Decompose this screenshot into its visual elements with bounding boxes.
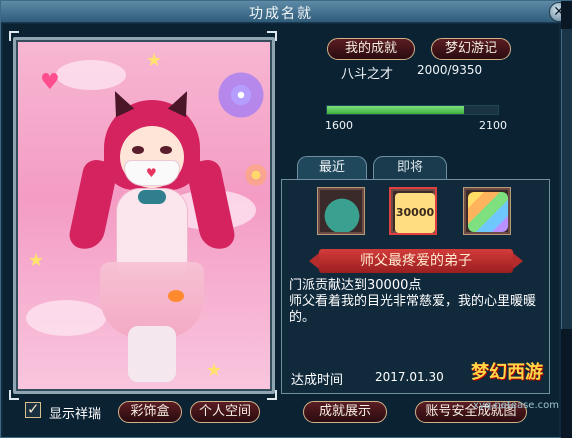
show-detail-checkbox[interactable]: ✓ bbox=[25, 400, 41, 418]
personal-space-button[interactable]: 个人空间 bbox=[190, 401, 260, 423]
game-logo-url: xyq.netease.com bbox=[473, 400, 559, 411]
background-window-edge bbox=[561, 29, 572, 329]
progress-max-label: 2100 bbox=[479, 119, 507, 132]
progress-min-label: 1600 bbox=[325, 119, 353, 132]
character-figure: ♥ bbox=[67, 86, 237, 390]
star-icon: ★ bbox=[146, 50, 163, 71]
character-eye bbox=[160, 146, 172, 154]
achievement-date-value: 2017.01.30 bbox=[375, 370, 444, 384]
achievement-icon-slot[interactable] bbox=[463, 187, 511, 235]
achievement-name: 八斗之才 bbox=[341, 67, 394, 82]
dream-journey-button[interactable]: 梦幻游记 bbox=[431, 38, 511, 60]
heart-icon: ♥ bbox=[146, 166, 157, 180]
character-eye bbox=[132, 146, 144, 154]
background-window-strip bbox=[561, 1, 572, 438]
game-logo: 梦幻西游 xyq.netease.com bbox=[471, 358, 559, 414]
rainbow-icon bbox=[468, 192, 508, 232]
cloud-decoration bbox=[56, 60, 126, 90]
achievement-date-label: 达成时间 bbox=[291, 373, 344, 388]
heart-icon: ♥ bbox=[40, 70, 60, 95]
vase-icon bbox=[322, 192, 362, 232]
achievement-display-button[interactable]: 成就展示 bbox=[303, 401, 387, 423]
character-bow bbox=[138, 190, 166, 204]
tab-upcoming[interactable]: 即将 bbox=[373, 156, 447, 179]
character-legs bbox=[128, 326, 176, 382]
achievement-icon-slot[interactable] bbox=[317, 187, 365, 235]
achievement-icon-slot-selected[interactable]: 30000 bbox=[389, 187, 437, 235]
window-title: 功成名就 bbox=[249, 6, 313, 22]
game-logo-text: 梦幻西游 bbox=[471, 362, 543, 383]
achievement-progress-bar bbox=[326, 105, 499, 115]
show-detail-label: 显示祥瑞 bbox=[49, 407, 102, 422]
coin-30000-icon: 30000 bbox=[395, 193, 435, 233]
achievement-window: 功成名就 ✕ ♥ ★ ★ ★ ♥ 我的成就 梦幻游记 八斗之才 2000/935… bbox=[0, 0, 572, 438]
achievement-progress-fill bbox=[327, 106, 464, 114]
achievement-progress-text: 2000/9350 bbox=[417, 63, 483, 77]
goldfish-icon bbox=[168, 290, 184, 302]
tab-recent[interactable]: 最近 bbox=[297, 156, 367, 179]
star-icon: ★ bbox=[28, 250, 45, 271]
checkmark-icon: ✓ bbox=[27, 400, 40, 418]
character-portrait: ♥ ★ ★ ★ ♥ bbox=[13, 37, 275, 394]
achievement-title-ribbon: 师父最疼爱的弟子 bbox=[309, 249, 523, 273]
title-bar: 功成名就 bbox=[1, 1, 561, 23]
my-achievements-button[interactable]: 我的成就 bbox=[327, 38, 415, 60]
achievement-condition: 门派贡献达到30000点 bbox=[289, 278, 422, 293]
achievement-flavor-text: 师父看着我的目光非常慈爱，我的心里暖暖的。 bbox=[289, 294, 537, 325]
firework-icon bbox=[241, 160, 271, 190]
decoration-box-button[interactable]: 彩饰盒 bbox=[118, 401, 182, 423]
achievement-description: 门派贡献达到30000点 师父看着我的目光非常慈爱，我的心里暖暖的。 bbox=[289, 278, 547, 326]
